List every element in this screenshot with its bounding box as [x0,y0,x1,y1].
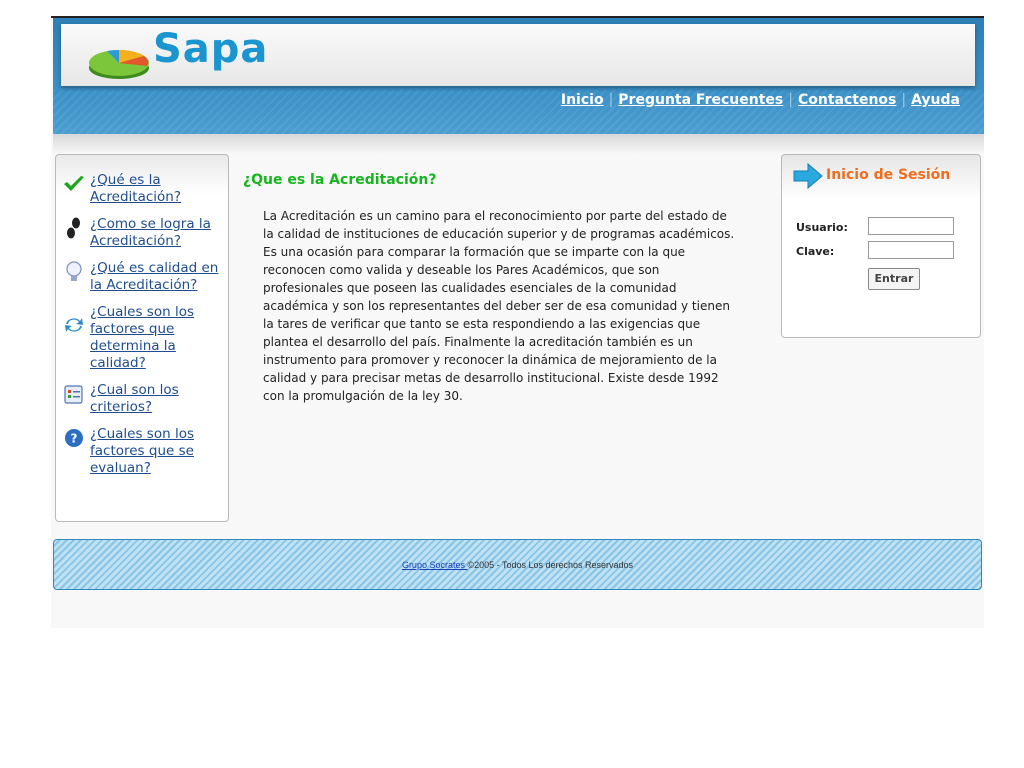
nav-separator: | [788,92,793,108]
sidebar-item-que-es-calidad[interactable]: ¿Qué es calidad en la Acreditación? [62,260,227,294]
lightbulb-icon [62,260,86,284]
sidebar-link[interactable]: ¿Qué es la Acreditación? [90,172,227,206]
pie-chart-logo-icon [89,49,149,79]
sidebar-item-criterios[interactable]: ¿Cual son los criterios? [62,382,227,416]
sidebar-link[interactable]: ¿Cuales son los factores que se evaluan? [90,426,227,477]
sidebar-link[interactable]: ¿Cual son los criterios? [90,382,227,416]
checkmark-icon [62,172,86,196]
nav-link-ayuda[interactable]: Ayuda [911,92,960,108]
refresh-arrows-icon [62,313,86,337]
sidebar-item-factores-evaluan[interactable]: ? ¿Cuales son los factores que se evalua… [62,426,227,477]
copyright-text: ©2005 - Todos Los derechos Reservados [467,560,634,570]
document-list-icon [62,382,86,406]
header-shadow [53,134,984,154]
login-panel: Inicio de Sesión Usuario: Clave: Entrar [781,154,981,338]
page-container: Sapa Inicio | Pregunta Frecuentes | Contacte… [51,16,984,628]
password-input[interactable] [868,241,954,259]
footer: Grupo Socrates ©2005 - Todos Los derecho… [53,539,982,590]
nav-link-contactenos[interactable]: Contactenos [798,92,896,108]
sidebar-item-que-es-acreditacion[interactable]: ¿Qué es la Acreditación? [62,172,227,206]
header: Sapa Inicio | Pregunta Frecuentes | Contacte… [53,18,984,134]
sidebar-link[interactable]: ¿Qué es calidad en la Acreditación? [90,260,227,294]
username-label: Usuario: [796,221,848,234]
arrow-right-icon [793,162,823,190]
sidebar-link[interactable]: ¿Como se logra la Acreditación? [90,216,227,250]
username-input[interactable] [868,217,954,235]
footer-text: Grupo Socrates ©2005 - Todos Los derecho… [54,560,981,570]
sidebar-menu: ¿Qué es la Acreditación? ¿Como se logra … [55,154,229,522]
site-logo-text[interactable]: Sapa [153,26,268,72]
footprints-icon [62,216,86,240]
nav-link-inicio[interactable]: Inicio [561,92,604,108]
login-submit-button[interactable]: Entrar [868,268,920,290]
nav-separator: | [901,92,907,108]
content-paragraph: La Acreditación es un camino para el rec… [263,209,735,403]
page-title: ¿Que es la Acreditación? [243,172,437,188]
login-title: Inicio de Sesión [826,167,951,183]
nav-separator: | [608,92,614,108]
top-navigation: Inicio | Pregunta Frecuentes | Contactenos | A… [561,92,960,108]
svg-text:?: ? [71,432,78,446]
help-question-icon: ? [62,426,86,450]
sidebar-item-factores-calidad[interactable]: ¿Cuales son los factores que determina l… [62,304,227,372]
header-banner: Sapa [61,24,975,86]
sidebar-link[interactable]: ¿Cuales son los factores que determina l… [90,304,227,372]
password-label: Clave: [796,245,835,258]
footer-link-grupo-socrates[interactable]: Grupo Socrates [402,560,468,570]
sidebar-item-como-se-logra[interactable]: ¿Como se logra la Acreditación? [62,216,227,250]
nav-link-preguntas-frecuentes[interactable]: Pregunta Frecuentes [618,92,783,108]
